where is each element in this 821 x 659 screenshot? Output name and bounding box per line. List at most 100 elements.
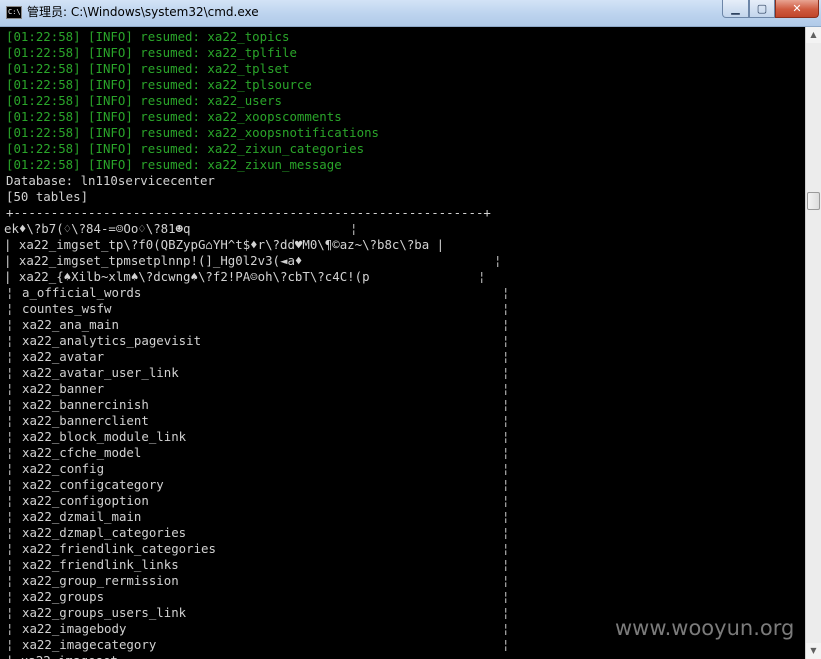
table-column-border: ¦ xyxy=(502,557,510,572)
title-bar[interactable]: C:\ 管理员: C:\Windows\system32\cmd.exe ▁ ▢… xyxy=(0,0,821,27)
table-column-border: ¦ xyxy=(502,429,510,444)
table-column-border: ¦ xyxy=(502,461,510,476)
table-name-row: xa22_imagebody xyxy=(22,621,127,636)
table-name-row: xa22_bannercinish xyxy=(22,397,149,412)
table-column-border: ¦ xyxy=(502,413,510,428)
table-name-row: xa22_imagecategory xyxy=(22,637,157,652)
table-name-row: xa22_configoption xyxy=(22,493,149,508)
table-column-border: ¦ xyxy=(502,301,510,316)
table-name-row: | xa22_imageset xyxy=(6,653,118,659)
garbled-row: | xa22_imgset_tp\?f0(QBZypG⌂YH^t$♦r\?dd♥… xyxy=(4,237,445,252)
watermark: www.wooyun.org xyxy=(615,616,795,640)
table-count-line: [50 tables] xyxy=(6,189,89,204)
table-column-border: ¦ xyxy=(478,269,486,284)
table-name-row: xa22_bannerclient xyxy=(22,413,149,428)
table-column-border: ¦ xyxy=(502,317,510,332)
table-column-border: ¦ xyxy=(502,605,510,620)
log-line: [01:22:58] [INFO] resumed: xa22_zixun_me… xyxy=(6,157,342,172)
log-line: [01:22:58] [INFO] resumed: xa22_zixun_ca… xyxy=(6,141,365,156)
table-column-border: ¦ xyxy=(502,621,510,636)
table-top-border: +---------------------------------------… xyxy=(6,205,491,220)
vertical-scrollbar[interactable]: ▲ ▼ xyxy=(805,27,821,659)
table-column-border: ¦ xyxy=(502,573,510,588)
cmd-icon[interactable]: C:\ xyxy=(6,6,22,19)
table-column-border: ¦ xyxy=(6,381,14,396)
table-name-row: xa22_cfche_model xyxy=(22,445,142,460)
table-column-border: ¦ xyxy=(502,477,510,492)
table-name-row: xa22_dzmail_main xyxy=(22,509,142,524)
table-column-border: ¦ xyxy=(6,285,14,300)
scroll-thumb[interactable] xyxy=(807,192,820,210)
table-column-border: ¦ xyxy=(502,381,510,396)
table-column-border: ¦ xyxy=(494,253,502,268)
garbled-row: | xa22_imgset_tpmsetplnnp!(]_Hg0l2v3(◄a♦ xyxy=(4,253,303,268)
table-column-border: ¦ xyxy=(6,557,14,572)
table-name-row: xa22_configcategory xyxy=(22,477,164,492)
table-name-row: a_official_words xyxy=(22,285,142,300)
table-column-border: ¦ xyxy=(502,525,510,540)
table-column-border: ¦ xyxy=(6,541,14,556)
table-name-row: xa22_avatar_user_link xyxy=(22,365,179,380)
table-column-border: ¦ xyxy=(6,349,14,364)
table-name-row: xa22_groups xyxy=(22,589,105,604)
log-line: [01:22:58] [INFO] resumed: xa22_tplsourc… xyxy=(6,77,312,92)
table-name-row: xa22_group_rermission xyxy=(22,573,179,588)
table-column-border: ¦ xyxy=(502,541,510,556)
maximize-button[interactable]: ▢ xyxy=(749,0,775,18)
table-column-border: ¦ xyxy=(502,589,510,604)
log-line: [01:22:58] [INFO] resumed: xa22_topics xyxy=(6,29,290,44)
table-column-border: ¦ xyxy=(502,509,510,524)
table-column-border: ¦ xyxy=(502,349,510,364)
table-column-border: ¦ xyxy=(502,493,510,508)
table-column-border: ¦ xyxy=(6,573,14,588)
console-window: C:\ 管理员: C:\Windows\system32\cmd.exe ▁ ▢… xyxy=(0,0,821,659)
table-column-border: ¦ xyxy=(6,477,14,492)
table-column-border: ¦ xyxy=(6,509,14,524)
scroll-down-arrow-icon[interactable]: ▼ xyxy=(806,643,821,659)
table-column-border: ¦ xyxy=(6,397,14,412)
table-column-border: ¦ xyxy=(6,637,14,652)
console-output[interactable]: [01:22:58] [INFO] resumed: xa22_topics [… xyxy=(0,27,805,659)
table-column-border: ¦ xyxy=(6,493,14,508)
table-column-border: ¦ xyxy=(6,365,14,380)
database-name-line: Database: ln110servicecenter xyxy=(6,173,215,188)
table-column-border: ¦ xyxy=(6,301,14,316)
table-name-row: xa22_friendlink_links xyxy=(22,557,179,572)
table-name-row: xa22_groups_users_link xyxy=(22,605,187,620)
table-column-border: ¦ xyxy=(6,525,14,540)
table-name-row: countes_wsfw xyxy=(22,301,112,316)
table-column-border: ¦ xyxy=(6,445,14,460)
table-column-border: ¦ xyxy=(502,637,510,652)
table-column-border: ¦ xyxy=(502,285,510,300)
log-line: [01:22:58] [INFO] resumed: xa22_xoopscom… xyxy=(6,109,342,124)
table-name-row: xa22_ana_main xyxy=(22,317,119,332)
table-column-border: ¦ xyxy=(350,221,358,236)
minimize-button[interactable]: ▁ xyxy=(722,0,749,18)
table-column-border: ¦ xyxy=(502,397,510,412)
garbled-row: | xa22_{♠Xilb~xlm♠\?dcwng♠\?f2!PA☺oh\?cb… xyxy=(4,269,370,284)
table-column-border: ¦ xyxy=(6,589,14,604)
table-name-row: xa22_avatar xyxy=(22,349,105,364)
table-name-row: xa22_analytics_pagevisit xyxy=(22,333,202,348)
table-column-border: ¦ xyxy=(502,365,510,380)
table-name-row: xa22_friendlink_categories xyxy=(22,541,216,556)
table-column-border: ¦ xyxy=(502,333,510,348)
table-column-border: ¦ xyxy=(6,333,14,348)
table-column-border: ¦ xyxy=(6,461,14,476)
garbled-row: ek♦\?b7(♢\?84-=☺Oo♢\?81☻q xyxy=(4,221,191,236)
table-column-border: ¦ xyxy=(502,445,510,460)
table-column-border: ¦ xyxy=(6,413,14,428)
table-column-border: ¦ xyxy=(6,429,14,444)
log-line: [01:22:58] [INFO] resumed: xa22_tplset xyxy=(6,61,290,76)
scroll-up-arrow-icon[interactable]: ▲ xyxy=(806,27,821,43)
table-column-border: ¦ xyxy=(6,605,14,620)
window-title: 管理员: C:\Windows\system32\cmd.exe xyxy=(27,5,259,19)
close-button[interactable]: ✕ xyxy=(775,0,819,18)
table-name-row: xa22_block_module_link xyxy=(22,429,187,444)
log-line: [01:22:58] [INFO] resumed: xa22_users xyxy=(6,93,283,108)
table-name-row: xa22_dzmapl_categories xyxy=(22,525,187,540)
log-line: [01:22:58] [INFO] resumed: xa22_tplfile xyxy=(6,45,297,60)
log-line: [01:22:58] [INFO] resumed: xa22_xoopsnot… xyxy=(6,125,379,140)
table-column-border: ¦ xyxy=(6,317,14,332)
table-name-row: xa22_config xyxy=(22,461,105,476)
